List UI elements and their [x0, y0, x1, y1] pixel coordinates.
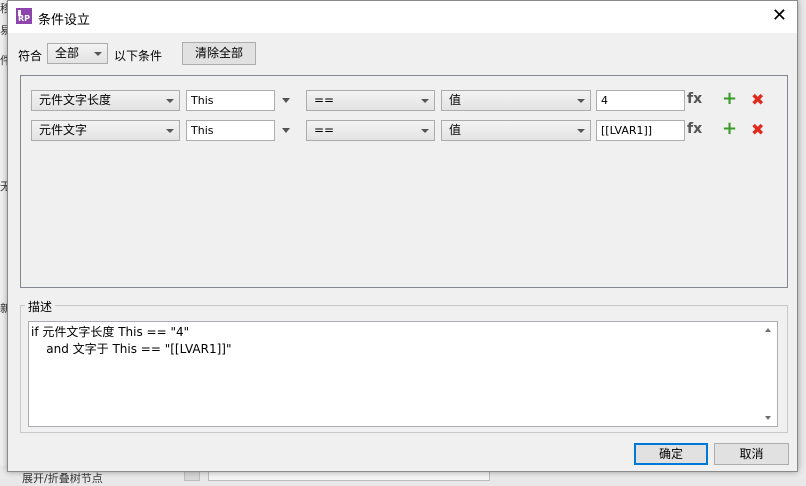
chevron-down-icon: [166, 129, 174, 133]
description-label: 描述: [25, 298, 56, 315]
condition-row: 元件文字长度 This == 值 4 fx + ✖: [21, 88, 789, 114]
delete-condition-icon[interactable]: ✖: [751, 90, 764, 109]
match-prefix-label: 符合: [18, 49, 43, 63]
chevron-down-icon: [166, 99, 174, 103]
condition-operator-value: ==: [314, 123, 335, 137]
condition-object-field[interactable]: This: [186, 120, 275, 141]
condition-valuetype-value: 值: [449, 123, 462, 137]
condition-target-select[interactable]: 元件文字长度: [31, 90, 180, 111]
condition-value-field[interactable]: 4: [596, 90, 685, 111]
cancel-button[interactable]: 取消: [714, 443, 789, 465]
description-line: if 元件文字长度 This == "4": [31, 325, 190, 339]
chevron-down-icon: [421, 129, 429, 133]
condition-operator-select[interactable]: ==: [306, 120, 435, 141]
match-suffix-label: 以下条件: [114, 49, 163, 63]
conditions-panel: 元件文字长度 This == 值 4 fx + ✖ 元件文字 This == 值…: [20, 75, 788, 288]
vertical-scrollbar[interactable]: [761, 322, 777, 426]
delete-condition-icon[interactable]: ✖: [751, 120, 764, 139]
fx-icon[interactable]: fx: [687, 121, 702, 137]
scroll-down-icon[interactable]: [765, 416, 771, 420]
condition-operator-select[interactable]: ==: [306, 90, 435, 111]
description-line: and 文字于 This == "[[LVAR1]]": [31, 342, 232, 356]
condition-valuetype-select[interactable]: 值: [441, 90, 591, 111]
add-condition-icon[interactable]: +: [722, 88, 737, 109]
match-mode-select[interactable]: 全部: [47, 43, 108, 64]
object-dropdown-icon[interactable]: [282, 128, 290, 133]
object-dropdown-icon[interactable]: [282, 98, 290, 103]
title-bar: RP 条件设立 ✕: [8, 1, 797, 33]
condition-operator-value: ==: [314, 93, 335, 107]
condition-valuetype-value: 值: [449, 93, 462, 107]
scroll-up-icon[interactable]: [765, 328, 771, 332]
condition-target-select[interactable]: 元件文字: [31, 120, 180, 141]
condition-target-value: 元件文字长度: [39, 93, 112, 107]
chevron-down-icon: [577, 99, 585, 103]
description-textarea[interactable]: if 元件文字长度 This == "4" and 文字于 This == "[…: [28, 321, 778, 427]
condition-row: 元件文字 This == 值 [[LVAR1]] fx + ✖: [21, 118, 789, 144]
dialog-title: 条件设立: [38, 13, 91, 28]
condition-target-value: 元件文字: [39, 123, 88, 137]
add-condition-icon[interactable]: +: [722, 118, 737, 139]
chevron-down-icon: [94, 52, 102, 56]
ok-button[interactable]: 确定: [634, 443, 708, 465]
close-icon[interactable]: ✕: [772, 5, 787, 26]
condition-object-field[interactable]: This: [186, 90, 275, 111]
match-mode-value: 全部: [55, 46, 80, 60]
condition-value-field[interactable]: [[LVAR1]]: [596, 120, 685, 141]
condition-dialog: RP 条件设立 ✕ 符合 全部 以下条件 清除全部 元件文字长度 This ==…: [7, 0, 798, 472]
chevron-down-icon: [421, 99, 429, 103]
clear-all-button[interactable]: 清除全部: [182, 42, 256, 65]
fx-icon[interactable]: fx: [687, 91, 702, 107]
chevron-down-icon: [577, 129, 585, 133]
background-tree-label: 展开/折叠树节点: [22, 472, 103, 485]
axure-app-icon: RP: [16, 8, 32, 24]
condition-valuetype-select[interactable]: 值: [441, 120, 591, 141]
